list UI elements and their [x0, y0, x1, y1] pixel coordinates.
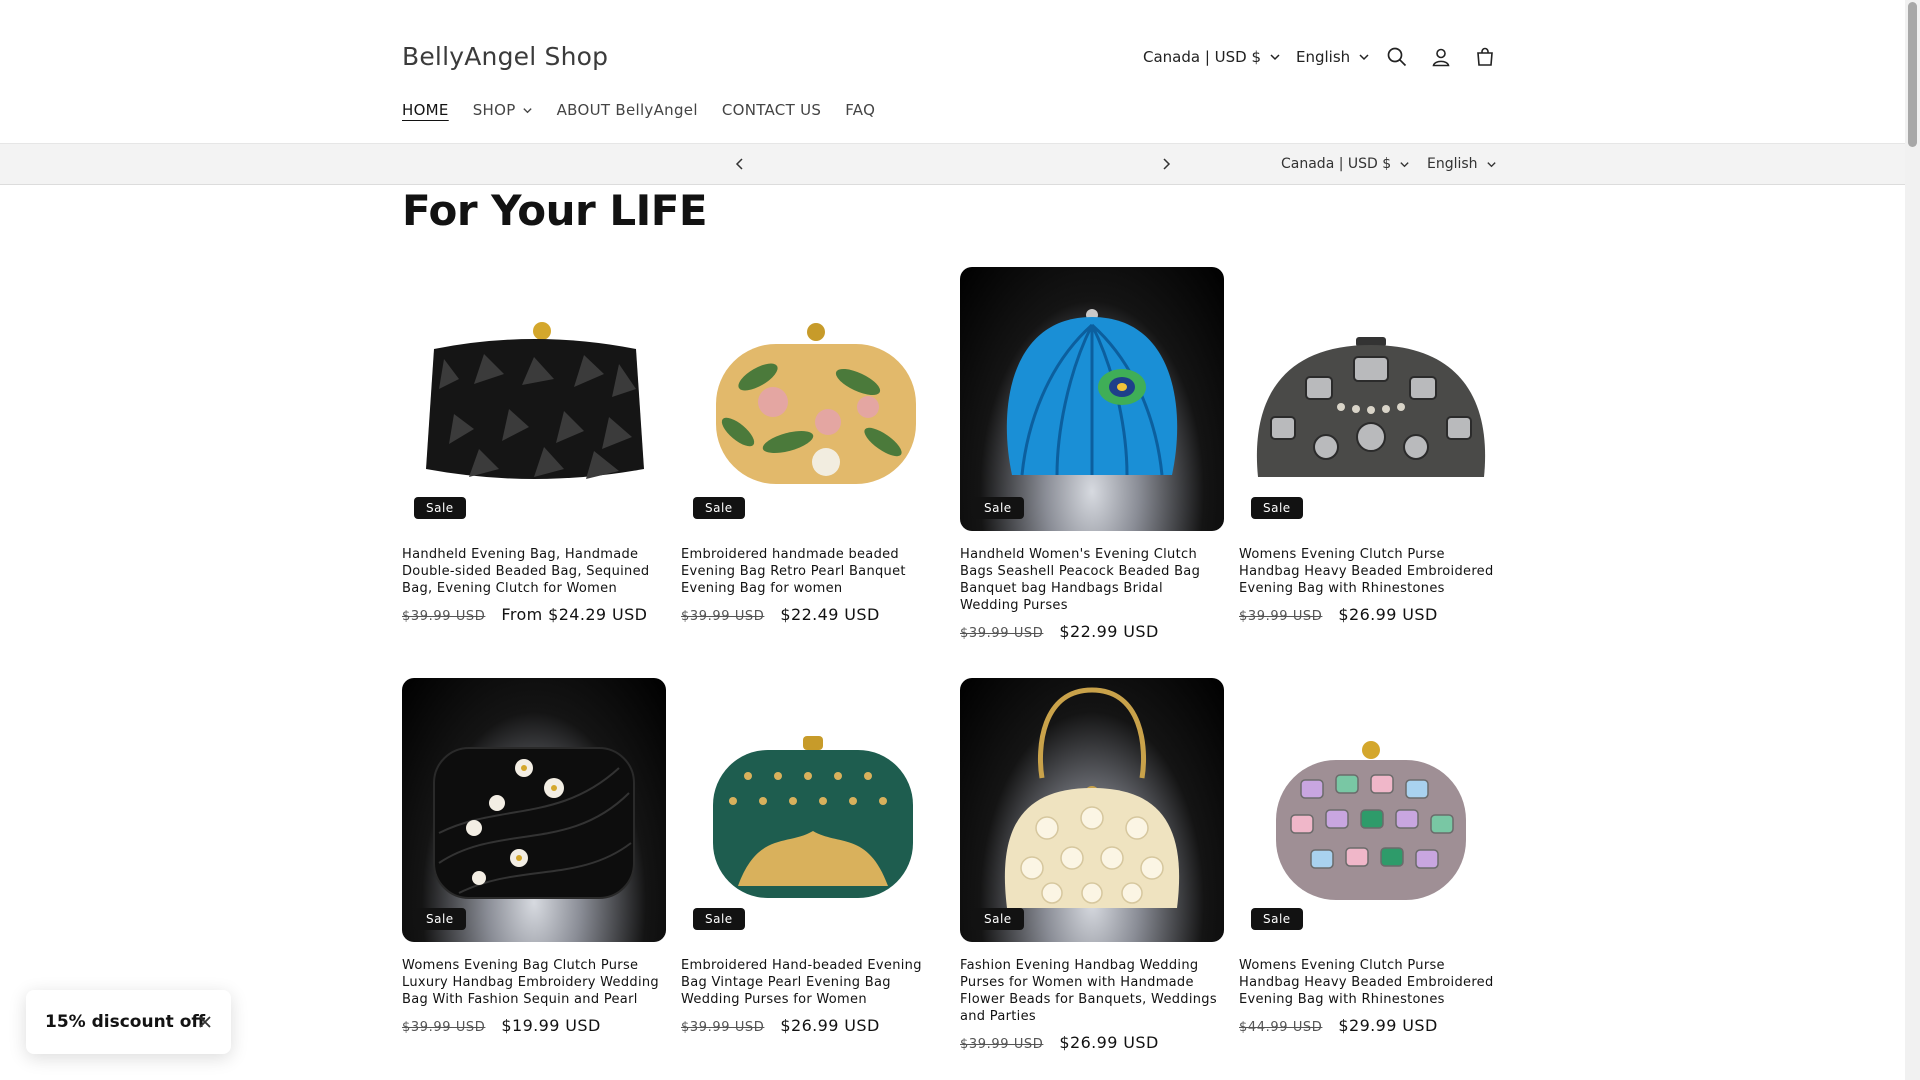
product-image[interactable]: Sale: [1239, 267, 1503, 531]
compare-price: $44.99 USD: [1239, 1020, 1323, 1035]
country-selector-label: Canada | USD $: [1281, 156, 1392, 172]
product-price: $39.99 USD $22.99 USD: [960, 622, 1159, 641]
product-image[interactable]: Sale: [402, 267, 666, 531]
utility-language-selector[interactable]: English: [1427, 156, 1497, 172]
sale-price: $29.99 USD: [1338, 1016, 1438, 1035]
country-selector[interactable]: Canada | USD $: [1143, 48, 1281, 66]
compare-price: $39.99 USD: [681, 609, 765, 624]
product-image[interactable]: Sale: [402, 678, 666, 942]
product-price: $39.99 USD $26.99 USD: [1239, 605, 1438, 624]
compare-price: $39.99 USD: [960, 1037, 1044, 1052]
nav-item-label: CONTACT US: [721, 101, 822, 119]
nav-item-home[interactable]: HOME: [402, 101, 449, 119]
product-title[interactable]: Embroidered handmade beaded Evening Bag …: [681, 546, 945, 597]
product-price: $39.99 USD $26.99 USD: [681, 1016, 880, 1035]
sale-badge: Sale: [414, 497, 466, 519]
compare-price: $39.99 USD: [402, 1020, 486, 1035]
sale-badge: Sale: [1251, 908, 1303, 930]
sale-price: From $24.29 USD: [501, 605, 648, 624]
search-button[interactable]: [1384, 44, 1410, 70]
nav-item-shop[interactable]: SHOP: [473, 101, 533, 119]
product-image[interactable]: Sale: [681, 267, 945, 531]
product-photo: [433, 747, 635, 899]
language-selector-label: English: [1296, 48, 1351, 66]
sale-price: $26.99 USD: [780, 1016, 880, 1035]
product-price: $39.99 USD $22.49 USD: [681, 605, 880, 624]
language-selector[interactable]: English: [1296, 48, 1370, 66]
discount-popup[interactable]: 15% discount off: [26, 990, 231, 1054]
nav-item-label: ABOUT BellyAngel: [556, 101, 698, 119]
product-photo: [1004, 687, 1180, 908]
product-image[interactable]: Sale: [681, 678, 945, 942]
product-title[interactable]: Handheld Women's Evening Clutch Bags Sea…: [960, 546, 1224, 614]
nav-item-faq[interactable]: FAQ: [845, 101, 875, 119]
product-price: $44.99 USD $29.99 USD: [1239, 1016, 1438, 1035]
chevron-down-icon: [1359, 54, 1369, 61]
sale-badge: Sale: [972, 497, 1024, 519]
announcement-bar: Canada | USD $ English: [0, 144, 1905, 185]
sale-price: $26.99 USD: [1059, 1033, 1159, 1052]
account-button[interactable]: [1428, 44, 1454, 70]
chevron-down-icon: [1486, 161, 1496, 167]
scrollbar-track[interactable]: [1905, 0, 1920, 1080]
cart-icon: [1477, 47, 1493, 66]
utility-country-selector[interactable]: Canada | USD $: [1281, 156, 1410, 172]
product-title[interactable]: Handheld Evening Bag, Handmade Double-si…: [402, 546, 666, 597]
sale-price: $22.49 USD: [780, 605, 880, 624]
product-photo: [713, 736, 913, 898]
compare-price: $39.99 USD: [681, 1020, 765, 1035]
chevron-down-icon: [1270, 54, 1280, 61]
product-title[interactable]: Womens Evening Clutch Purse Handbag Heav…: [1239, 546, 1503, 597]
compare-price: $39.99 USD: [1239, 609, 1323, 624]
product-image[interactable]: Sale: [960, 267, 1224, 531]
nav-item-label: HOME: [402, 101, 449, 119]
scrollbar-thumb[interactable]: [1908, 2, 1917, 147]
sale-badge: Sale: [693, 908, 745, 930]
product-image[interactable]: Sale: [1239, 678, 1503, 942]
product-image[interactable]: Sale: [960, 678, 1224, 942]
sale-badge: Sale: [972, 908, 1024, 930]
compare-price: $39.99 USD: [402, 609, 486, 624]
product-title[interactable]: Womens Evening Clutch Purse Handbag Heav…: [1239, 957, 1503, 1008]
sale-badge: Sale: [693, 497, 745, 519]
shop-logo[interactable]: BellyAngel Shop: [402, 42, 608, 71]
product-price: $39.99 USD $26.99 USD: [960, 1033, 1159, 1052]
nav-item-contact[interactable]: CONTACT US: [722, 101, 821, 119]
site-header: BellyAngel Shop Canada | USD $ English H…: [0, 0, 1905, 144]
product-title[interactable]: Womens Evening Bag Clutch Purse Luxury H…: [402, 957, 666, 1008]
nav-item-label: SHOP: [472, 101, 516, 119]
close-icon[interactable]: [197, 1014, 213, 1030]
country-selector-label: Canada | USD $: [1143, 48, 1262, 66]
language-selector-label: English: [1427, 156, 1478, 172]
account-icon: [1432, 48, 1450, 67]
sale-price: $22.99 USD: [1059, 622, 1159, 641]
nav-item-about[interactable]: ABOUT BellyAngel: [557, 101, 698, 119]
nav-item-label: FAQ: [845, 101, 876, 119]
product-title[interactable]: Embroidered Hand-beaded Evening Bag Vint…: [681, 957, 945, 1008]
product-photo: [1256, 337, 1486, 477]
product-photo: [1276, 741, 1466, 900]
product-photo: [426, 322, 644, 479]
chevron-down-icon: [522, 107, 532, 113]
chevron-right-icon[interactable]: [1158, 156, 1174, 172]
product-price: $39.99 USD $19.99 USD: [402, 1016, 601, 1035]
sale-badge: Sale: [414, 908, 466, 930]
search-icon: [1387, 47, 1407, 67]
product-title[interactable]: Fashion Evening Handbag Wedding Purses f…: [960, 957, 1224, 1025]
sale-price: $26.99 USD: [1338, 605, 1438, 624]
cart-button[interactable]: [1472, 44, 1498, 70]
chevron-left-icon[interactable]: [732, 156, 748, 172]
main-nav: HOME SHOP ABOUT BellyAngel CONTACT US FA…: [402, 101, 899, 119]
product-photo: [716, 323, 916, 484]
sale-badge: Sale: [1251, 497, 1303, 519]
product-price: $39.99 USD From $24.29 USD: [402, 605, 647, 624]
compare-price: $39.99 USD: [960, 626, 1044, 641]
product-photo: [1006, 309, 1178, 476]
discount-text: 15% discount off: [45, 1012, 206, 1032]
sale-price: $19.99 USD: [501, 1016, 601, 1035]
section-title: For Your LIFE: [402, 186, 708, 235]
chevron-down-icon: [1400, 161, 1409, 167]
